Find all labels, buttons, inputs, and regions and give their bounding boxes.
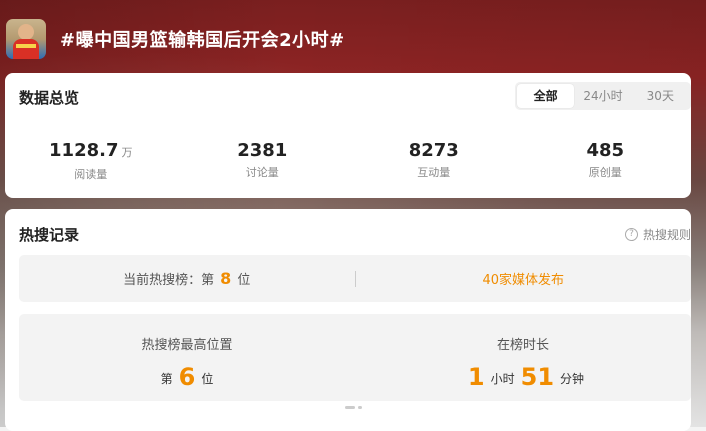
overview-title: 数据总览 bbox=[19, 89, 80, 107]
best-rank-number: 6 bbox=[178, 363, 196, 391]
hot-rules-link[interactable]: ? 热搜规则 bbox=[624, 226, 691, 243]
stat-reads-value: 1128.7 bbox=[49, 140, 119, 161]
topic-title: #曝中国男篮输韩国后开会2小时# bbox=[60, 30, 345, 51]
duration-minutes-unit: 分钟 bbox=[560, 372, 585, 386]
pager-dot-active[interactable] bbox=[345, 406, 355, 409]
overview-card: 数据总览 全部 24小时 30天 1128.7 万 阅读量 2381 讨论量 82… bbox=[5, 73, 691, 198]
stat-discussions: 2381 讨论量 bbox=[177, 140, 349, 182]
stat-reads-value-wrap: 1128.7 万 bbox=[5, 140, 177, 164]
stat-interactions-label: 互动量 bbox=[417, 166, 451, 179]
stats-row: 1128.7 万 阅读量 2381 讨论量 8273 互动量 485 原创量 bbox=[5, 140, 691, 182]
best-rank-prefix: 第 bbox=[160, 372, 173, 386]
stat-reads: 1128.7 万 阅读量 bbox=[5, 140, 177, 182]
best-rank: 热搜榜最高位置 第6位 bbox=[19, 314, 355, 401]
hot-search-title: 热搜记录 bbox=[19, 226, 80, 244]
duration-hours: 1 bbox=[467, 363, 485, 391]
stat-originals: 485 原创量 bbox=[520, 140, 692, 182]
stat-discussions-value: 2381 bbox=[237, 140, 288, 161]
best-rank-suffix: 位 bbox=[201, 372, 214, 386]
tab-24h[interactable]: 24小时 bbox=[574, 84, 631, 108]
avatar-logo bbox=[16, 44, 36, 48]
stat-discussions-label: 讨论量 bbox=[245, 166, 279, 179]
tab-30d[interactable]: 30天 bbox=[632, 84, 689, 108]
current-rank-prefix: 当前热搜榜：第 bbox=[123, 273, 215, 288]
tab-all[interactable]: 全部 bbox=[517, 84, 575, 108]
current-rank-number: 8 bbox=[220, 269, 232, 288]
hot-search-card: 热搜记录 ? 热搜规则 当前热搜榜：第 8 位 40家媒体发布 热搜榜最高位置 第6… bbox=[5, 209, 691, 431]
best-rank-label: 热搜榜最高位置 bbox=[141, 338, 233, 353]
avatar-shirt bbox=[13, 39, 39, 59]
stat-interactions-value: 8273 bbox=[408, 140, 459, 161]
avatar-face bbox=[18, 24, 34, 40]
stat-originals-value: 485 bbox=[586, 140, 625, 161]
current-rank-suffix: 位 bbox=[237, 273, 251, 288]
duration-label: 在榜时长 bbox=[496, 338, 549, 353]
duration-value: 1 小时 51 分钟 bbox=[355, 363, 691, 391]
stat-reads-unit: 万 bbox=[121, 146, 133, 159]
pager-dots bbox=[345, 406, 362, 409]
question-icon: ? bbox=[624, 228, 638, 241]
best-rank-value: 第6位 bbox=[19, 363, 355, 391]
rank-detail-panel: 热搜榜最高位置 第6位 在榜时长 1 小时 51 分钟 bbox=[19, 314, 691, 401]
time-range-tabs: 全部 24小时 30天 bbox=[515, 82, 691, 110]
media-publish-wrap: 40家媒体发布 bbox=[356, 269, 692, 288]
player-avatar[interactable] bbox=[6, 19, 46, 59]
pager-dot[interactable] bbox=[358, 406, 362, 409]
topic-header: #曝中国男篮输韩国后开会2小时# bbox=[6, 17, 345, 61]
media-publish-link[interactable]: 40家媒体发布 bbox=[482, 273, 564, 288]
current-rank: 当前热搜榜：第 8 位 bbox=[19, 269, 355, 288]
duration-hours-unit: 小时 bbox=[490, 372, 515, 386]
hot-rules-label: 热搜规则 bbox=[642, 228, 691, 242]
stat-reads-label: 阅读量 bbox=[74, 168, 108, 181]
current-rank-panel: 当前热搜榜：第 8 位 40家媒体发布 bbox=[19, 255, 691, 302]
duration: 在榜时长 1 小时 51 分钟 bbox=[355, 314, 691, 401]
stat-interactions: 8273 互动量 bbox=[348, 140, 520, 182]
duration-minutes: 51 bbox=[520, 363, 555, 391]
stat-originals-label: 原创量 bbox=[588, 166, 622, 179]
